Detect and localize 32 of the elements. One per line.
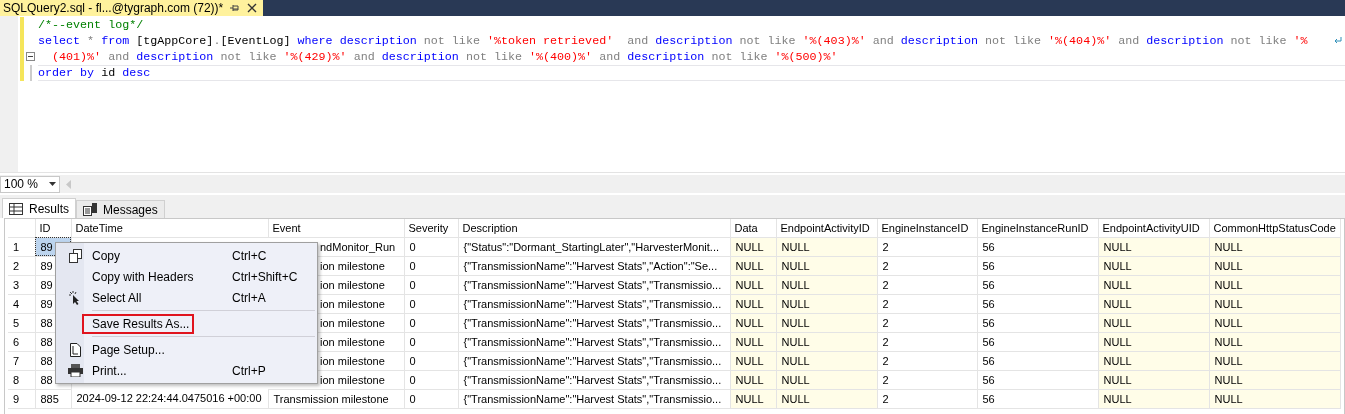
code-line: (401)%' and description not like '%(429)%' and description not like '%(400)%' and description not like '%(500)%' (51, 50, 838, 64)
results-tab[interactable]: Messages (76, 200, 165, 218)
column-header[interactable]: EndpointActivityID (776, 219, 877, 237)
document-icon (83, 203, 97, 216)
document-tab[interactable]: SQLQuery2.sql - fl...@tygraph.com (72))* (0, 0, 264, 16)
printer-icon (67, 364, 83, 377)
column-header[interactable]: EngineInstanceID (877, 219, 977, 237)
column-header[interactable]: Data (730, 219, 776, 237)
code-line: /*--event log*/ (38, 18, 144, 32)
fold-line (30, 65, 32, 81)
copy-icon (68, 248, 82, 263)
collapse-icon[interactable] (26, 52, 35, 61)
column-header[interactable]: Description (458, 219, 730, 237)
word-wrap-icon (1334, 37, 1342, 45)
corner-cell (8, 219, 35, 237)
column-header[interactable]: CommonHttpStatusCode (1209, 219, 1341, 237)
pointer-icon (69, 290, 81, 305)
zoom-dropdown[interactable]: 100 % (0, 175, 60, 193)
caret-icon (49, 182, 56, 186)
column-header[interactable]: Severity (404, 219, 458, 237)
pin-icon[interactable] (230, 3, 241, 13)
column-header[interactable]: EndpointActivityUID (1098, 219, 1209, 237)
column-header[interactable]: DateTime (71, 219, 268, 237)
results-tab[interactable]: Results (2, 198, 76, 218)
code-line: select * from [tgAppCore].[EventLog] where description not like '%token retrieved' and description not like '%(403)%' and description not like '%(404)%' and description not like '% (38, 34, 1308, 48)
column-header[interactable]: Event (268, 219, 404, 237)
page-icon (69, 342, 81, 357)
grid-icon (9, 202, 23, 215)
column-header[interactable]: EngineInstanceRunID (977, 219, 1098, 237)
code-line: order by id desc (38, 66, 151, 80)
table-cell: 2024-09-12 22:24:44.0475016 +00:00 (71, 389, 268, 408)
close-icon[interactable] (247, 3, 258, 13)
